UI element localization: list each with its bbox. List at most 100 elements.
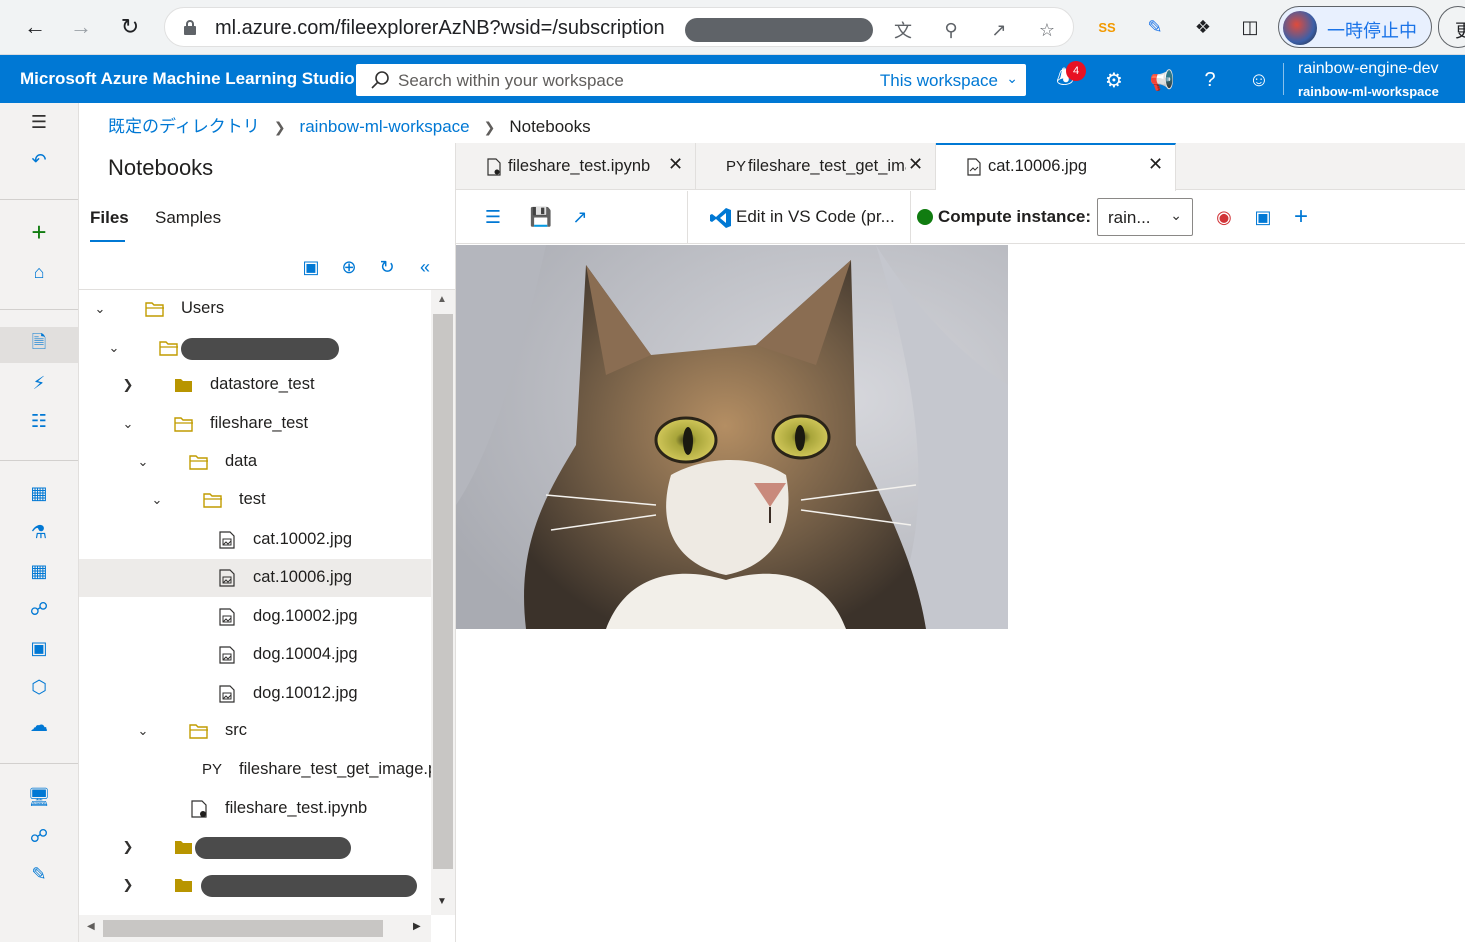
chevron-down-icon[interactable]: ⌄ [134,453,152,471]
chevron-down-icon[interactable]: ⌄ [91,300,109,318]
compute-instance-dropdown[interactable]: rain... ⌄ [1097,198,1193,236]
address-bar[interactable]: ml.azure.com/fileexplorerAzNB?wsid=/subs… [164,7,1074,47]
scroll-up-arrow-icon[interactable]: ▲ [437,294,447,305]
back-arrow-icon[interactable]: ← [20,12,50,42]
scrollbar-thumb[interactable] [433,314,453,869]
translate-icon[interactable]: 文 [891,18,915,42]
menu-list-icon[interactable]: ☰ [482,206,504,228]
close-icon[interactable]: ✕ [1148,154,1163,175]
notebooks-icon[interactable]: 🗎 [0,327,78,363]
chevron-down-icon[interactable]: ⌄ [134,722,152,740]
editor-tab-image-active[interactable]: cat.10006.jpg ✕ [936,143,1176,191]
redacted-url-part [685,18,873,42]
workspace-search[interactable]: Search within your workspace This worksp… [356,64,1026,96]
extension-notes-icon[interactable]: ✎ [1142,14,1168,40]
undo-back-icon[interactable]: ↶ [0,142,78,178]
chevron-right-icon[interactable]: ❯ [119,876,137,894]
home-icon[interactable]: ⌂ [0,254,78,290]
search-scope-dropdown[interactable]: This workspace [880,71,998,91]
announcement-megaphone-icon[interactable]: 📢 [1149,67,1175,93]
folder-closed-icon [175,879,192,892]
tree-row[interactable]: ⌄ src [79,712,431,750]
vscode-icon [710,208,731,228]
environments-icon[interactable]: ▣ [0,630,78,666]
hamburger-menu-icon[interactable]: ☰ [0,104,78,140]
breadcrumb-directory[interactable]: 既定のディレクトリ [108,117,260,136]
chevron-down-icon[interactable]: ⌄ [119,415,137,433]
settings-gear-icon[interactable]: ⚙ [1101,67,1127,93]
data-icon[interactable]: ▦ [0,475,78,511]
side-panel-icon[interactable]: ◫ [1237,14,1263,40]
share-icon[interactable]: ↗ [987,18,1011,42]
chevron-down-icon[interactable]: ⌄ [148,491,166,509]
overflow-profile-pill[interactable]: 更 [1438,6,1465,48]
tree-row[interactable]: dog.10004.jpg [79,636,431,674]
terminal-icon[interactable]: ▣ [300,256,322,278]
tree-row[interactable]: ⌄ Users [79,290,431,328]
tree-row[interactable]: ⌄ test [79,481,431,519]
tab-files[interactable]: Files [90,208,129,228]
breadcrumb-workspace[interactable]: rainbow-ml-workspace [300,117,470,136]
chevron-down-icon[interactable]: ⌄ [105,339,123,357]
tree-row[interactable]: fileshare_test.ipynb [79,790,431,828]
extension-smartsurf-icon[interactable]: SS [1094,14,1120,40]
tree-row[interactable]: ❯ [79,866,431,904]
save-icon[interactable]: 💾 [530,206,552,228]
terminal-icon[interactable]: ▣ [1252,206,1274,228]
editor-tab-notebook[interactable]: fileshare_test.ipynb ✕ [456,143,696,190]
chevron-right-icon[interactable]: ❯ [119,376,137,394]
forward-arrow-icon[interactable]: → [66,12,96,42]
scrollbar-thumb[interactable] [103,920,383,937]
horizontal-scrollbar[interactable]: ◀ ▶ [79,915,431,942]
tree-row[interactable]: ❯ datastore_test [79,366,431,404]
pipelines-icon[interactable]: ☍ [0,591,78,627]
help-icon[interactable]: ? [1197,67,1223,93]
zoom-icon[interactable]: ⚲ [939,18,963,42]
designer-icon[interactable]: ☷ [0,403,78,439]
tree-item-label: data [225,452,258,470]
collapse-panel-icon[interactable]: « [414,256,436,278]
feedback-smiley-icon[interactable]: ☺ [1246,67,1272,93]
tree-row[interactable]: dog.10002.jpg [79,598,431,636]
automl-icon[interactable]: ⚡ [0,365,78,401]
tree-row[interactable]: ⌄ fileshare_test [79,405,431,443]
scroll-right-arrow-icon[interactable]: ▶ [413,921,421,932]
search-input[interactable]: Search within your workspace [398,71,624,91]
bookmark-star-icon[interactable]: ☆ [1035,18,1059,42]
tree-row[interactable]: dog.10012.jpg [79,675,431,713]
app-brand[interactable]: Microsoft Azure Machine Learning Studio [20,69,355,89]
tree-row[interactable]: cat.10002.jpg [79,521,431,559]
scroll-down-arrow-icon[interactable]: ▼ [437,896,447,907]
chevron-right-icon[interactable]: ❯ [119,838,137,856]
data-labeling-icon[interactable]: ✎ [0,856,78,892]
open-external-icon[interactable]: ↗ [569,206,591,228]
stop-compute-icon[interactable]: ◉ [1213,206,1235,228]
workspace-name[interactable]: rainbow-ml-workspace [1298,84,1439,99]
tree-row-selected[interactable]: cat.10006.jpg [79,559,431,597]
scroll-left-arrow-icon[interactable]: ◀ [87,921,95,932]
tree-row[interactable]: ⌄ data [79,443,431,481]
add-icon[interactable]: + [1290,203,1312,230]
edit-in-vscode-button[interactable]: Edit in VS Code (pr... [736,207,895,227]
refresh-icon[interactable]: ↻ [376,256,398,278]
tree-row[interactable]: ❯ [79,828,431,866]
tree-row[interactable]: ⌄ [79,329,431,367]
tree-row[interactable]: PY fileshare_test_get_image.py [79,751,431,789]
vertical-scrollbar[interactable]: ▲ ▼ [431,290,455,915]
compute-monitor-icon[interactable]: 🖥 [0,779,78,815]
linked-services-icon[interactable]: ☍ [0,818,78,854]
user-name[interactable]: rainbow-engine-dev [1298,60,1439,78]
reload-icon[interactable]: ↻ [115,12,145,42]
extensions-puzzle-icon[interactable]: ❖ [1190,14,1216,40]
tab-samples[interactable]: Samples [155,208,221,228]
add-file-icon[interactable]: ⊕ [338,256,360,278]
close-icon[interactable]: ✕ [908,154,923,175]
endpoints-cloud-icon[interactable]: ☁ [0,707,78,743]
profile-button[interactable]: 一時停止中 [1278,6,1432,48]
editor-tab-python[interactable]: PY fileshare_test_get_image.py ✕ [696,143,936,190]
models-cube-icon[interactable]: ⬡ [0,669,78,705]
new-plus-icon[interactable]: + [0,214,78,250]
components-icon[interactable]: ▦ [0,553,78,589]
close-icon[interactable]: ✕ [668,154,683,175]
jobs-flask-icon[interactable]: ⚗ [0,514,78,550]
